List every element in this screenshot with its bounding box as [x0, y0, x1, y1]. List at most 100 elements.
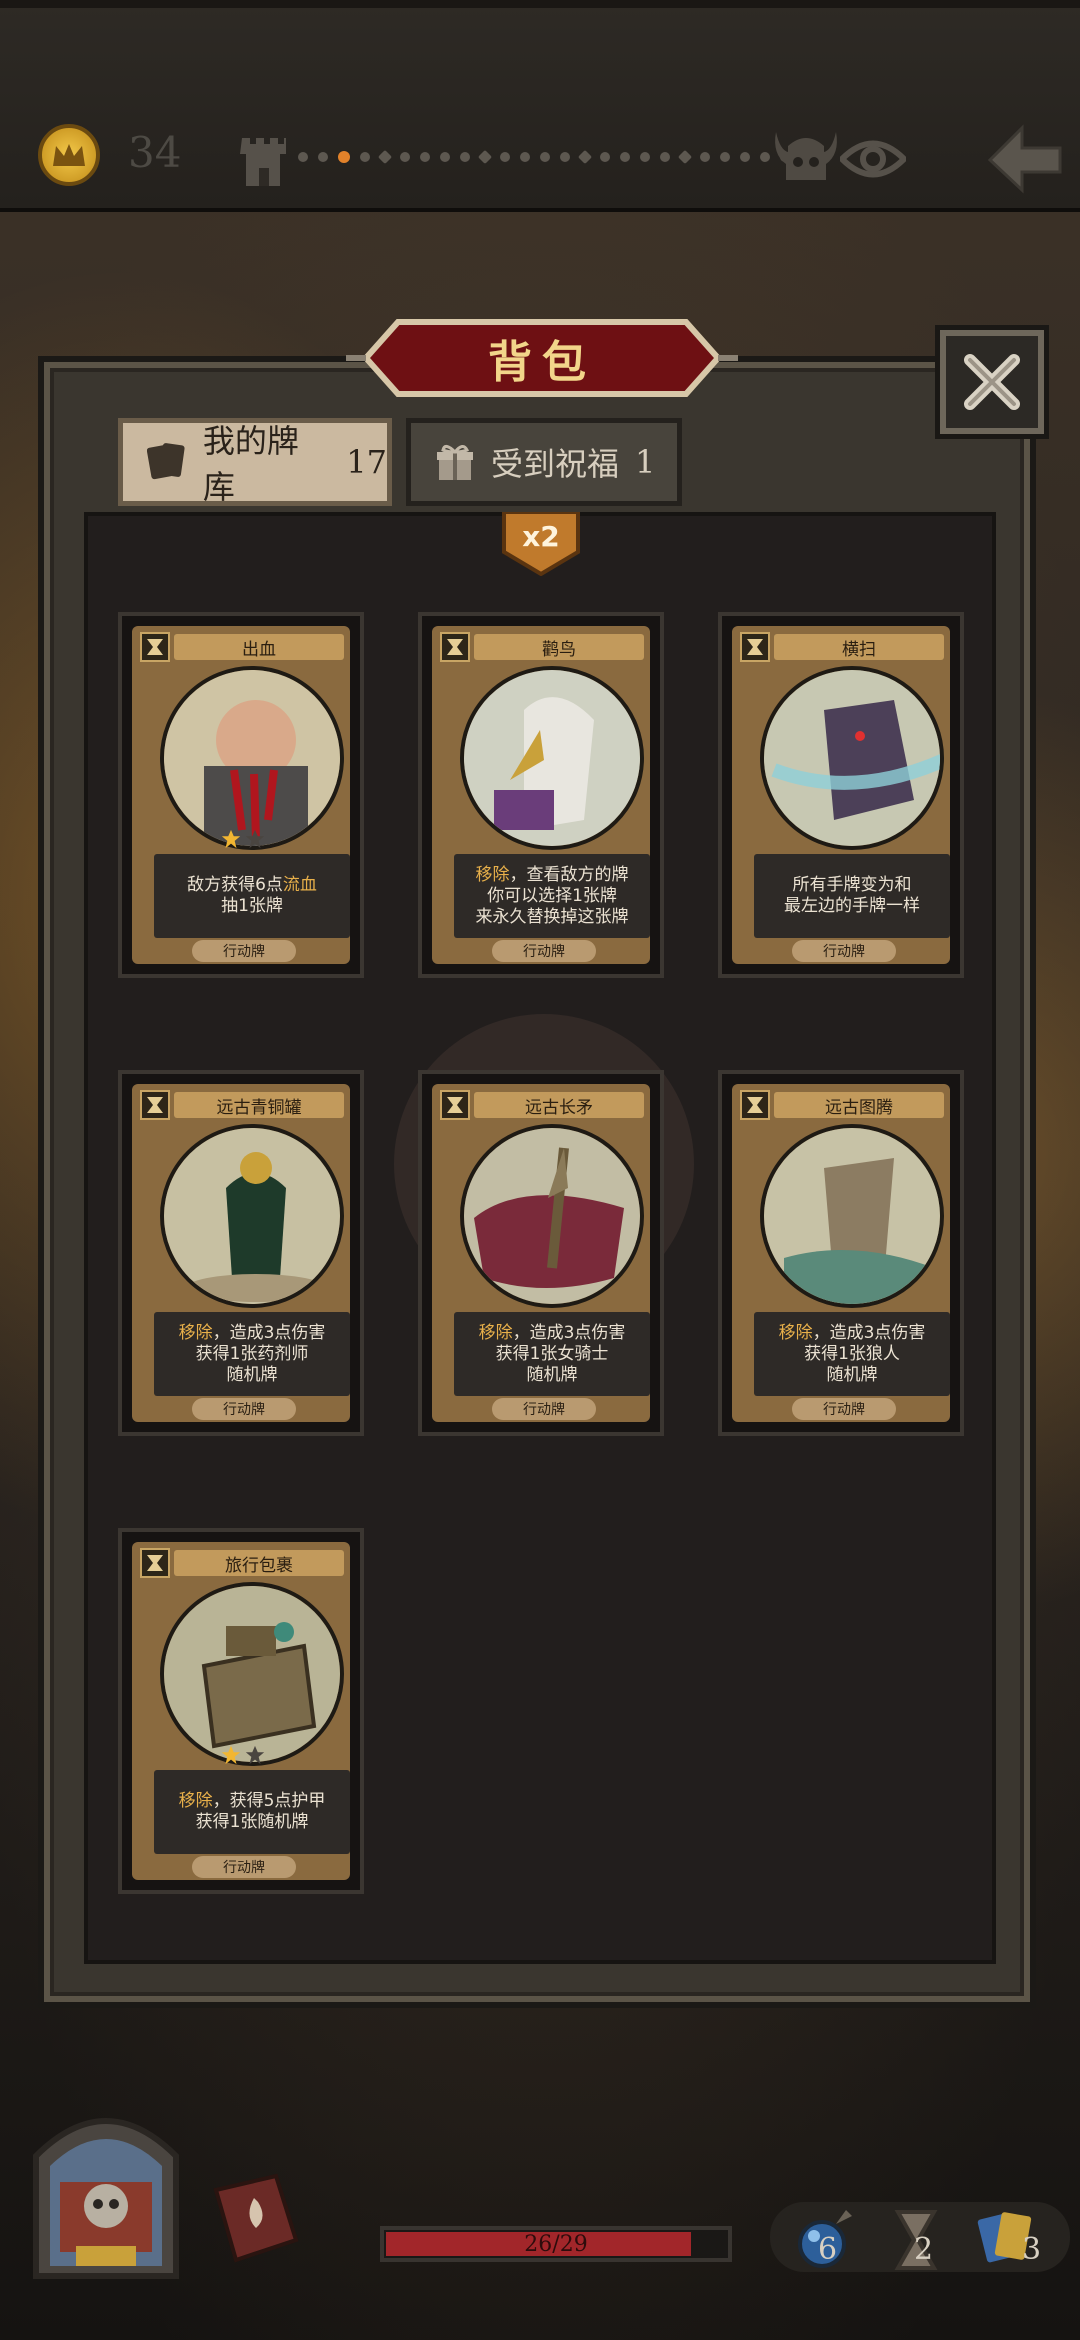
progress-node: [520, 152, 530, 162]
back-arrow-icon[interactable]: [986, 124, 1064, 194]
progress-node: [720, 152, 730, 162]
keyword-text: 移除: [178, 1791, 213, 1811]
star-icon: [245, 1745, 265, 1765]
multiplier-badge: x2: [502, 510, 580, 577]
card-title: 横扫: [774, 634, 944, 660]
card-title: 旅行包裹: [174, 1550, 344, 1576]
card-art: [760, 666, 944, 850]
tab-blessings-label: 受到祝福: [491, 445, 620, 483]
card-art: [760, 1124, 944, 1308]
card-description: 移除，造成3点伤害 获得1张药剂师 随机牌: [154, 1312, 350, 1396]
progress-node: [677, 149, 693, 165]
progress-node: [477, 149, 493, 165]
card-description-line: 来永久替换掉这张牌: [476, 907, 629, 928]
description-text: ，查看敌方的牌: [509, 864, 629, 885]
card-cost-icon: [740, 1090, 770, 1120]
card-art: [160, 1124, 344, 1308]
description-text: 敌方获得6点: [187, 875, 283, 895]
panel-title-banner: 背包: [346, 316, 738, 400]
spellbook-icon[interactable]: [206, 2170, 306, 2266]
description-text: ，造成3点伤害: [212, 1322, 326, 1343]
card-description: 敌方获得6点流血 抽1张牌: [154, 854, 350, 938]
card[interactable]: 远古图腾 移除，造成3点伤害 获得1张狼人 随机牌 行动牌: [718, 1070, 964, 1436]
description-text: 获得1张狼人: [804, 1343, 900, 1364]
progress-node: [400, 152, 410, 162]
card-art: [160, 1582, 344, 1766]
description-text: ，获得5点护甲: [212, 1791, 326, 1811]
description-text: 你可以选择1张牌: [487, 885, 617, 906]
progress-node: [560, 152, 570, 162]
keyword-text: 移除: [478, 1322, 513, 1343]
mana-count: 6: [818, 2232, 838, 2267]
description-text: 获得1张药剂师: [195, 1343, 309, 1364]
turn-count: 2: [914, 2232, 934, 2267]
tab-my-deck-count: 17: [346, 443, 387, 481]
card[interactable]: 横扫 所有手牌变为和 最左边的手牌一样 行动牌: [718, 612, 964, 978]
card-description-line: 获得1张药剂师: [196, 1344, 309, 1365]
top-bar: [0, 0, 1080, 212]
card-description-line: 移除，造成3点伤害: [179, 1323, 326, 1344]
close-icon[interactable]: [962, 352, 1022, 412]
tab-blessings[interactable]: 受到祝福 1: [406, 418, 682, 506]
description-text: ，造成3点伤害: [812, 1322, 926, 1343]
card-art: [160, 666, 344, 850]
card-description-line: 获得1张女骑士: [496, 1344, 609, 1365]
dungeon-progress-track: [298, 149, 790, 165]
progress-node: [620, 152, 630, 162]
card[interactable]: 出血敌方获得6点流血 抽1张牌 行动牌: [118, 612, 364, 978]
description-text: 所有手牌变为和: [792, 875, 912, 895]
card-description-line: 随机牌: [827, 1365, 878, 1386]
card-count: 3: [1022, 2232, 1042, 2267]
health-bar: 26/29: [380, 2226, 732, 2262]
card-description-line: 抽1张牌: [221, 896, 283, 917]
description-text: 获得1张随机牌: [195, 1812, 309, 1832]
cards-icon: [147, 443, 185, 480]
card-description-line: 移除，造成3点伤害: [779, 1323, 926, 1344]
card-description-line: 最左边的手牌一样: [784, 896, 920, 917]
star-icon: [221, 829, 241, 849]
card-cost-icon: [140, 1090, 170, 1120]
progress-node: [660, 152, 670, 162]
card-type-label: 行动牌: [192, 940, 296, 962]
card[interactable]: 旅行包裹 移除，获得5点护甲 获得1张随机牌 行动牌: [118, 1528, 364, 1894]
progress-node: [360, 152, 370, 162]
eye-icon[interactable]: [840, 134, 906, 184]
card-cost-icon: [740, 632, 770, 662]
card-type-label: 行动牌: [192, 1398, 296, 1420]
description-text: 获得1张女骑士: [495, 1343, 609, 1364]
card-description-line: 随机牌: [227, 1365, 278, 1386]
keyword-text: 移除: [475, 864, 510, 885]
card-title: 远古长矛: [474, 1092, 644, 1118]
card-description: 移除，获得5点护甲 获得1张随机牌: [154, 1770, 350, 1854]
card-title: 出血: [174, 634, 344, 660]
card-type-label: 行动牌: [492, 940, 596, 962]
card-title: 鹳鸟: [474, 634, 644, 660]
card[interactable]: 远古青铜罐 移除，造成3点伤害 获得1张药剂师 随机牌 行动牌: [118, 1070, 364, 1436]
card[interactable]: 远古长矛 移除，造成3点伤害 获得1张女骑士 随机牌 行动牌: [418, 1070, 664, 1436]
treasure-chest-icon[interactable]: [6, 2086, 206, 2286]
description-text: 随机牌: [226, 1364, 278, 1385]
close-button[interactable]: [940, 330, 1044, 434]
multiplier-label: x2: [522, 520, 560, 553]
tab-my-deck[interactable]: 我的牌库 17: [118, 418, 392, 506]
progress-node-current: [338, 151, 350, 163]
progress-node: [760, 152, 770, 162]
keyword-text: 移除: [778, 1322, 813, 1343]
tab-blessings-count: 1: [635, 443, 656, 481]
card-description-line: 移除，造成3点伤害: [479, 1323, 626, 1344]
card-description: 移除，查看敌方的牌 你可以选择1张牌 来永久替换掉这张牌: [454, 854, 650, 938]
card-cost-icon: [140, 632, 170, 662]
boss-skull-icon: [775, 132, 837, 180]
progress-node: [577, 149, 593, 165]
card[interactable]: 鹳鸟 移除，查看敌方的牌 你可以选择1张牌 来永久替换掉这张牌 行动牌: [418, 612, 664, 978]
card-cost-icon: [440, 1090, 470, 1120]
star-icon: [245, 829, 265, 849]
progress-node: [377, 149, 393, 165]
description-text: 随机牌: [526, 1364, 578, 1385]
card-title: 远古青铜罐: [174, 1092, 344, 1118]
description-text: 最左边的手牌一样: [784, 896, 920, 916]
card-description: 移除，造成3点伤害 获得1张女骑士 随机牌: [454, 1312, 650, 1396]
description-text: 随机牌: [826, 1364, 878, 1385]
card-art: [460, 666, 644, 850]
card-description: 移除，造成3点伤害 获得1张狼人 随机牌: [754, 1312, 950, 1396]
